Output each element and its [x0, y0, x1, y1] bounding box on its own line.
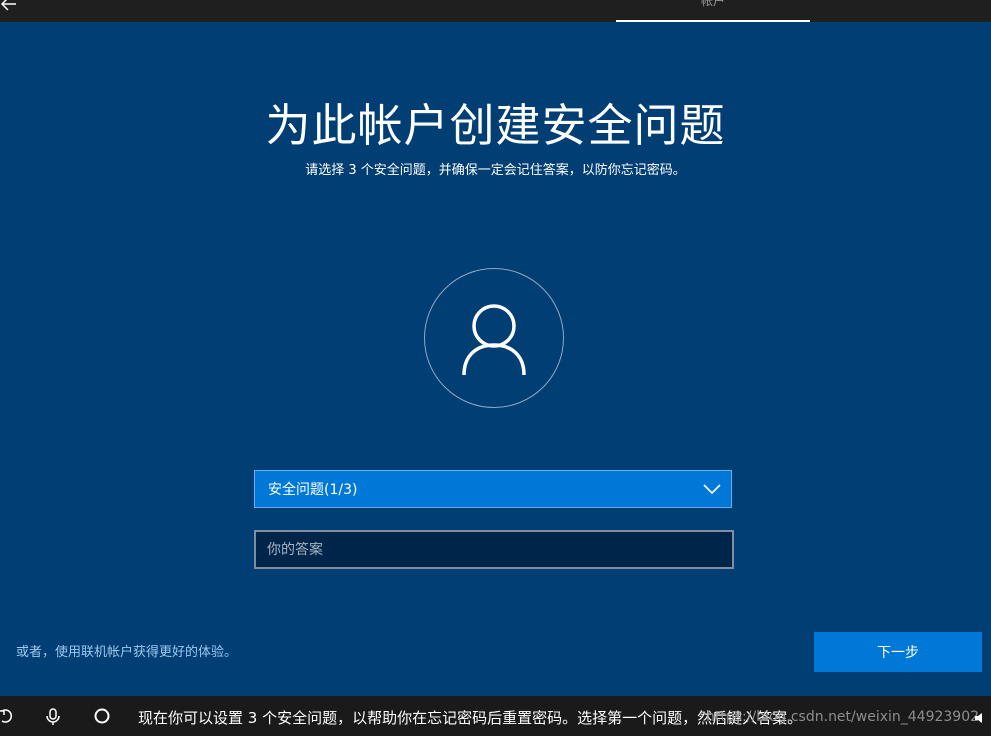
security-question-dropdown[interactable]: 安全问题(1/3) — [254, 470, 732, 508]
accessibility-icon[interactable] — [0, 708, 16, 728]
taskbar: 现在你可以设置 3 个安全问题，以帮助你在忘记密码后重置密码。选择第一个问题，然… — [0, 696, 991, 736]
tab-underline — [616, 20, 810, 22]
next-button[interactable]: 下一步 — [814, 632, 982, 672]
page-title: 为此帐户创建安全问题 — [265, 99, 726, 152]
microphone-icon[interactable] — [46, 708, 60, 730]
user-icon — [462, 304, 526, 375]
back-arrow-icon[interactable] — [0, 0, 18, 12]
cortana-icon[interactable] — [94, 708, 110, 728]
chevron-down-icon — [703, 484, 721, 495]
volume-icon[interactable] — [974, 710, 988, 729]
tab-account-label: 帐户 — [700, 0, 725, 8]
security-question-selected: 安全问题(1/3) — [268, 482, 358, 498]
answer-input[interactable] — [254, 530, 734, 569]
tab-account: 帐户 — [616, 0, 810, 22]
page-subtitle: 请选择 3 个安全问题，并确保一定会记住答案，以防你忘记密码。 — [305, 163, 686, 178]
avatar — [424, 268, 564, 408]
watermark-text: https://blog.csdn.net/weixin_44923902 — [706, 709, 980, 725]
narration-text: 现在你可以设置 3 个安全问题，以帮助你在忘记密码后重置密码。选择第一个问题，然… — [138, 709, 803, 727]
top-bar: 帐户 — [0, 0, 991, 22]
online-account-link[interactable]: 或者，使用联机帐户获得更好的体验。 — [16, 644, 237, 662]
